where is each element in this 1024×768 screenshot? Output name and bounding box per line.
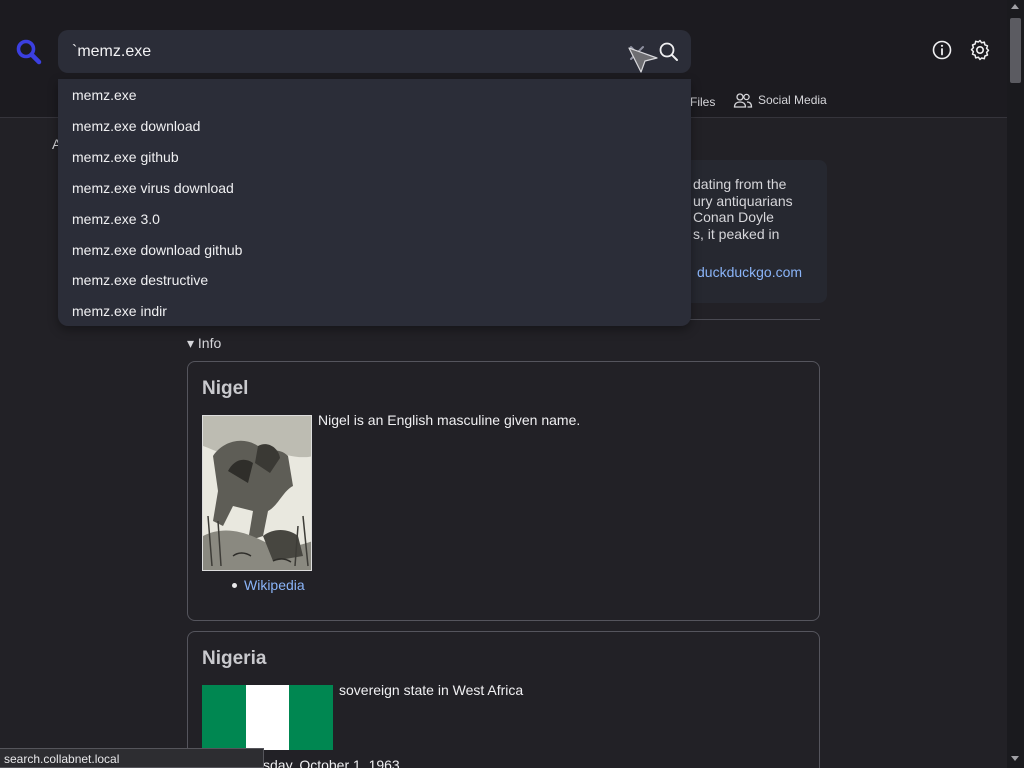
scrollbar-thumb[interactable] — [1010, 18, 1021, 83]
nigeria-flag-image[interactable] — [202, 685, 334, 750]
suggestion-item[interactable]: memz.exe — [72, 87, 137, 103]
info-icon[interactable] — [930, 38, 954, 62]
mouse-cursor-icon — [628, 47, 658, 73]
info-toggle[interactable]: ▾ Info — [187, 335, 221, 352]
scroll-down-arrow-icon[interactable] — [1011, 756, 1019, 761]
suggestion-item[interactable]: memz.exe destructive — [72, 272, 208, 288]
card-image[interactable] — [202, 415, 312, 571]
suggestion-item[interactable]: memz.exe indir — [72, 303, 167, 319]
suggestion-item[interactable]: memz.exe download github — [72, 242, 242, 258]
abstract-text: ury antiquarians — [693, 193, 793, 209]
abstract-text: dating from the — [693, 176, 787, 192]
people-icon — [733, 93, 753, 108]
abstract-text: Conan Doyle — [693, 209, 774, 225]
suggestion-item[interactable]: memz.exe download — [72, 118, 200, 134]
vertical-scrollbar[interactable] — [1007, 0, 1024, 768]
autocomplete-dropdown: memz.exe memz.exe download memz.exe gith… — [58, 79, 691, 326]
status-bar-url: search.collabnet.local — [0, 748, 264, 768]
wikipedia-link-item: Wikipedia — [232, 577, 305, 593]
abstract-source-link[interactable]: duckduckgo.com — [697, 264, 802, 280]
bullet-icon — [232, 582, 237, 588]
abstract-text: s, it peaked in — [693, 226, 780, 242]
suggestion-item[interactable]: memz.exe 3.0 — [72, 211, 160, 227]
gear-icon[interactable] — [968, 38, 992, 62]
search-input[interactable] — [72, 41, 612, 63]
engraving-illustration — [203, 416, 311, 570]
suggestion-item[interactable]: memz.exe virus download — [72, 180, 234, 196]
suggestion-item[interactable]: memz.exe github — [72, 149, 179, 165]
search-icon[interactable] — [658, 41, 680, 63]
wikipedia-link[interactable]: Wikipedia — [244, 577, 305, 593]
search-box — [58, 30, 691, 73]
tab-social-media-label: Social Media — [758, 93, 827, 107]
card-title[interactable]: Nigel — [202, 378, 248, 400]
card-description: Nigel is an English masculine given name… — [318, 412, 581, 428]
infobox-card-nigeria: Nigeria sovereign state in West Africa s… — [187, 631, 820, 768]
card-description: sovereign state in West Africa — [339, 682, 524, 698]
tab-files-label: Files — [690, 95, 716, 109]
card-date: sday, October 1, 1963 — [263, 757, 400, 768]
card-title[interactable]: Nigeria — [202, 648, 266, 670]
magnifier-logo-icon[interactable] — [14, 37, 44, 67]
scroll-up-arrow-icon[interactable] — [1011, 4, 1019, 9]
tab-social-media[interactable]: Social Media — [733, 92, 827, 108]
infobox-card-nigel: Nigel Nigel is an English masculine give… — [187, 361, 820, 621]
tab-files[interactable]: Files — [690, 95, 715, 109]
